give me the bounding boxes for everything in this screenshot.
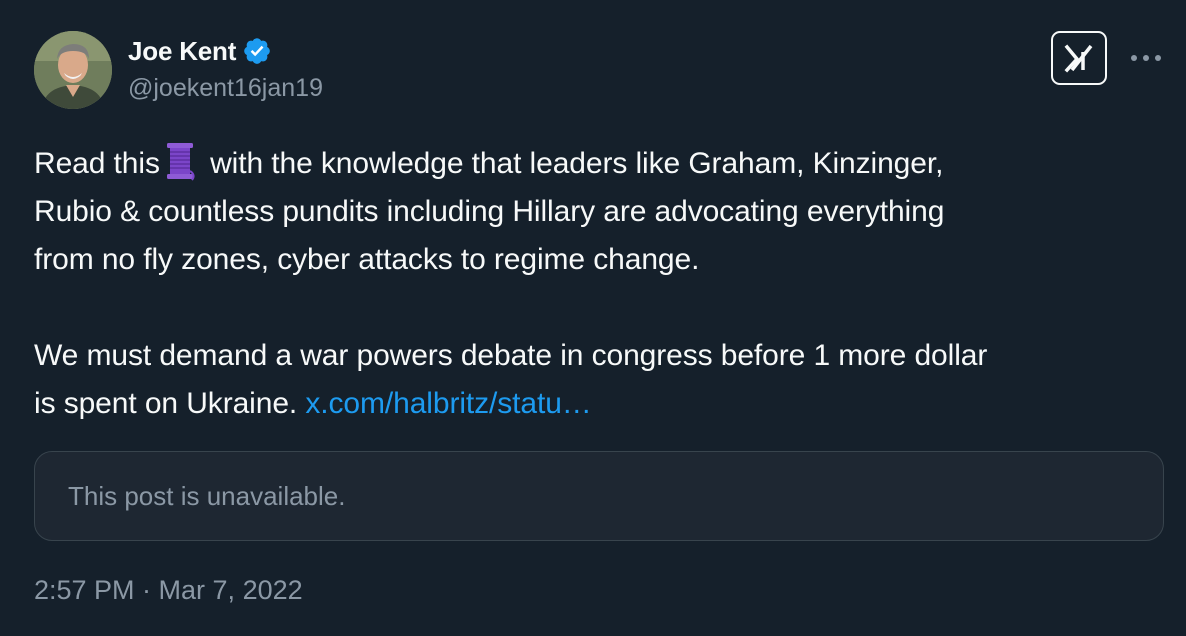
post-line-4: We must demand a war powers debate in co… [34, 339, 988, 372]
author-name-row[interactable]: Joe Kent [128, 34, 272, 68]
post-text-segment: Read this [34, 147, 160, 180]
thread-spool-emoji [162, 141, 198, 181]
post-text: Read this with the knowledge that leader… [34, 140, 1154, 428]
unavailable-post-text: This post is unavailable. [68, 481, 346, 511]
post-timestamp[interactable]: 2:57 PM · Mar 7, 2022 [34, 575, 303, 606]
post-line-2: Rubio & countless pundits including Hill… [34, 195, 945, 228]
tweet-card: Joe Kent @joekent16jan19 Read this with … [0, 0, 1186, 636]
post-link[interactable]: x.com/halbritz/statu… [305, 387, 591, 420]
x-logo-icon[interactable] [1051, 31, 1107, 85]
post-line-5: is spent on Ukraine. x.com/halbritz/stat… [34, 380, 1154, 428]
more-options-icon[interactable] [1128, 50, 1164, 66]
post-text-segment: is spent on Ukraine. [34, 387, 306, 420]
post-line-1: Read this with the knowledge that leader… [34, 140, 1154, 188]
post-text-segment: with the knowledge that leaders like Gra… [201, 147, 944, 180]
avatar-photo [34, 31, 112, 109]
avatar[interactable] [34, 31, 112, 109]
post-line-3: from no fly zones, cyber attacks to regi… [34, 243, 700, 276]
author-display-name[interactable]: Joe Kent [128, 36, 236, 67]
author-handle[interactable]: @joekent16jan19 [128, 74, 323, 103]
verified-badge-icon [242, 36, 272, 66]
quoted-post-card[interactable]: This post is unavailable. [34, 451, 1164, 541]
